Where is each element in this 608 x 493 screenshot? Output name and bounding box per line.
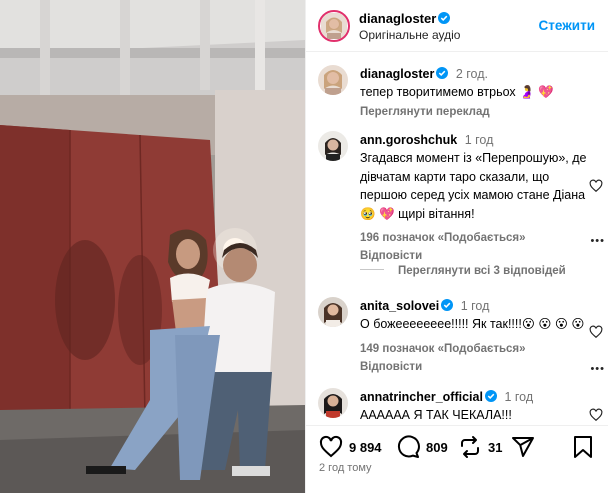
comment-text: О божееееееее!!!!! Як так!!!!😮 😮 😮 😮 (360, 317, 585, 331)
comment-icon[interactable] (396, 435, 420, 459)
comments-list[interactable]: dianagloster 2 год. тепер творитимемо вт… (306, 53, 608, 425)
commenter-username[interactable]: ann.goroshchuk (360, 133, 457, 147)
verified-icon (436, 67, 449, 79)
verified-icon (441, 299, 454, 311)
commenter-username[interactable]: anita_solovei (360, 299, 439, 313)
comment-action[interactable]: 809 (396, 435, 448, 459)
comment-like-heart-icon[interactable] (589, 179, 603, 193)
caption-time[interactable]: 2 год. (456, 67, 488, 81)
comment-likes-count[interactable]: 196 позначок «Подобається» (360, 232, 526, 244)
post-actions-bar: 9 894 809 31 2 год тому (306, 425, 608, 493)
caption-avatar[interactable] (318, 65, 348, 95)
more-icon[interactable]: ••• (590, 235, 605, 247)
bookmark-icon[interactable] (572, 435, 594, 459)
dance-photo-image (0, 0, 305, 493)
save-action[interactable] (572, 435, 594, 459)
caption-text: тепер творитимемо втрьох 🤰 💖 (360, 85, 554, 99)
verified-icon (484, 390, 497, 402)
more-icon[interactable]: ••• (590, 363, 605, 375)
commenter-avatar[interactable] (318, 388, 348, 418)
post-details-panel: dianagloster Оригінальне аудіо Стежити d… (305, 0, 608, 493)
share-action[interactable] (511, 435, 535, 459)
heart-icon[interactable] (319, 435, 343, 459)
like-action[interactable]: 9 894 (319, 435, 382, 459)
reposts-count[interactable]: 31 (488, 440, 502, 455)
follow-button[interactable]: Стежити (539, 18, 595, 33)
post-timestamp[interactable]: 2 год тому (319, 462, 372, 474)
comment-text: Згадався момент із «Перепрошую», де дівч… (360, 151, 587, 221)
commenter-username[interactable]: annatrincher_official (360, 390, 483, 404)
caption-username[interactable]: dianagloster (360, 67, 434, 81)
comment-likes-count[interactable]: 149 позначок «Подобається» (360, 343, 526, 355)
commenter-avatar[interactable] (318, 297, 348, 327)
comments-count[interactable]: 809 (426, 440, 448, 455)
author-avatar[interactable] (318, 10, 350, 42)
repost-action[interactable]: 31 (458, 435, 502, 459)
audio-label[interactable]: Оригінальне аудіо (359, 28, 460, 42)
comment-time[interactable]: 1 год (504, 390, 533, 404)
comment-like-heart-icon[interactable] (589, 325, 603, 339)
verified-icon (438, 12, 451, 24)
share-icon[interactable] (511, 435, 535, 459)
post-photo[interactable] (0, 0, 305, 493)
comment-meta: 149 позначок «Подобається» Відповісти (360, 340, 590, 376)
repost-icon[interactable] (458, 435, 482, 459)
reply-button[interactable]: Відповісти (360, 250, 422, 262)
author-username[interactable]: dianagloster (359, 11, 451, 26)
see-translation-link[interactable]: Переглянути переклад (360, 103, 600, 121)
likes-count[interactable]: 9 894 (349, 440, 382, 455)
commenter-avatar[interactable] (318, 131, 348, 161)
comment-like-heart-icon[interactable] (589, 408, 603, 422)
comment-meta: 196 позначок «Подобається» Відповісти (360, 229, 590, 265)
reply-button[interactable]: Відповісти (360, 361, 422, 373)
comment-time[interactable]: 1 год (465, 133, 494, 147)
view-replies-link[interactable]: Переглянути всі 3 відповідей (360, 265, 566, 277)
comment-time[interactable]: 1 год (461, 299, 490, 313)
comment-text: АААААА Я ТАК ЧЕКАЛА!!! (360, 408, 512, 422)
post-header: dianagloster Оригінальне аудіо Стежити (306, 0, 608, 52)
